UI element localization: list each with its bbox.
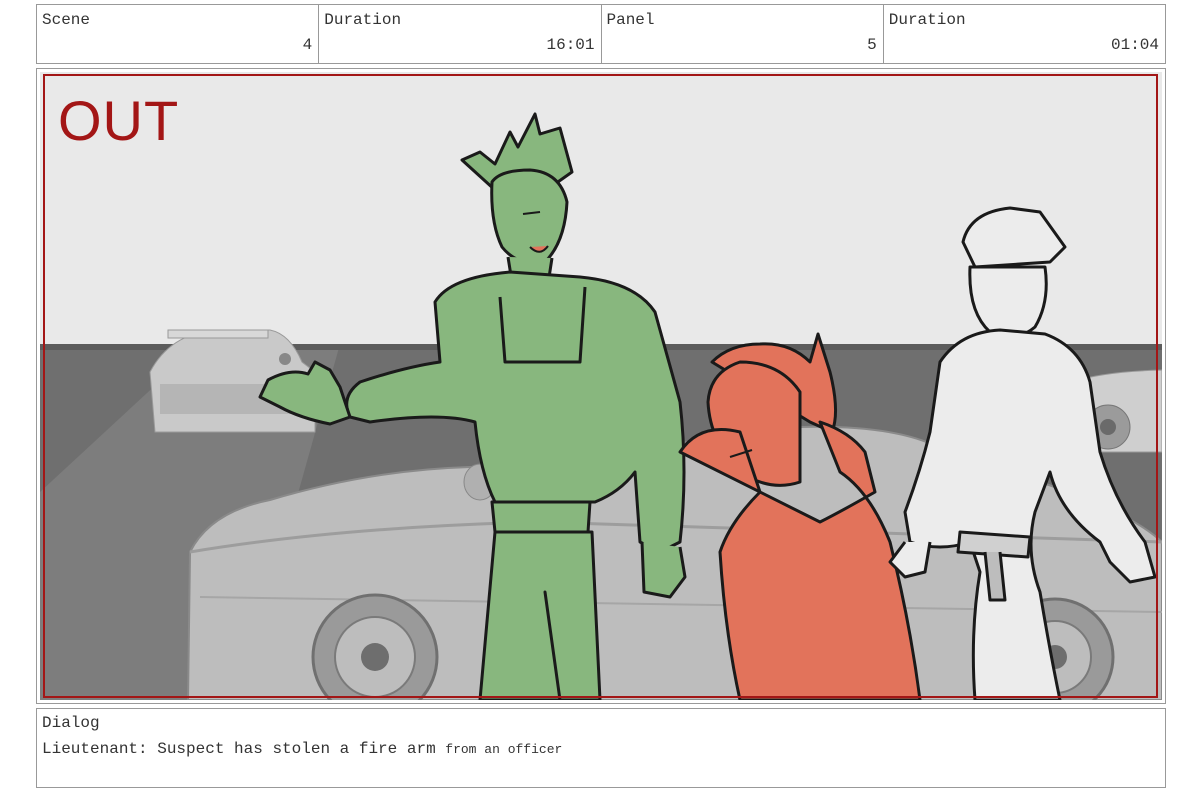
storyboard-frame[interactable]: OUT <box>36 68 1166 704</box>
dialog-line-main: Lieutenant: Suspect has stolen a fire ar… <box>42 740 436 758</box>
scene-duration-label: Duration <box>324 11 402 29</box>
dialog-box[interactable]: Dialog Lieutenant: Suspect has stolen a … <box>36 708 1166 788</box>
scene-label: Scene <box>42 11 91 29</box>
scene-duration-value[interactable]: 16:01 <box>546 36 594 54</box>
dialog-text[interactable]: Lieutenant: Suspect has stolen a fire ar… <box>42 740 562 758</box>
scene-cell: Scene 4 <box>37 5 320 63</box>
panel-label: Panel <box>606 11 655 29</box>
panel-cell: Panel 5 <box>602 5 884 63</box>
panel-duration-label: Duration <box>888 11 966 29</box>
out-marker: OUT <box>58 89 180 152</box>
panel-duration-cell: Duration 01:04 <box>884 5 1165 63</box>
panel-duration-value[interactable]: 01:04 <box>1111 36 1159 54</box>
dialog-label: Dialog <box>42 714 100 732</box>
storyboard-drawing <box>40 72 1162 700</box>
scene-number[interactable]: 4 <box>303 36 313 54</box>
scene-duration-cell: Duration 16:01 <box>319 5 602 63</box>
panel-number[interactable]: 5 <box>867 36 877 54</box>
dialog-line-tail: from an officer <box>445 742 563 757</box>
panel-info-header: Scene 4 Duration 16:01 Panel 5 Duration … <box>36 4 1166 64</box>
